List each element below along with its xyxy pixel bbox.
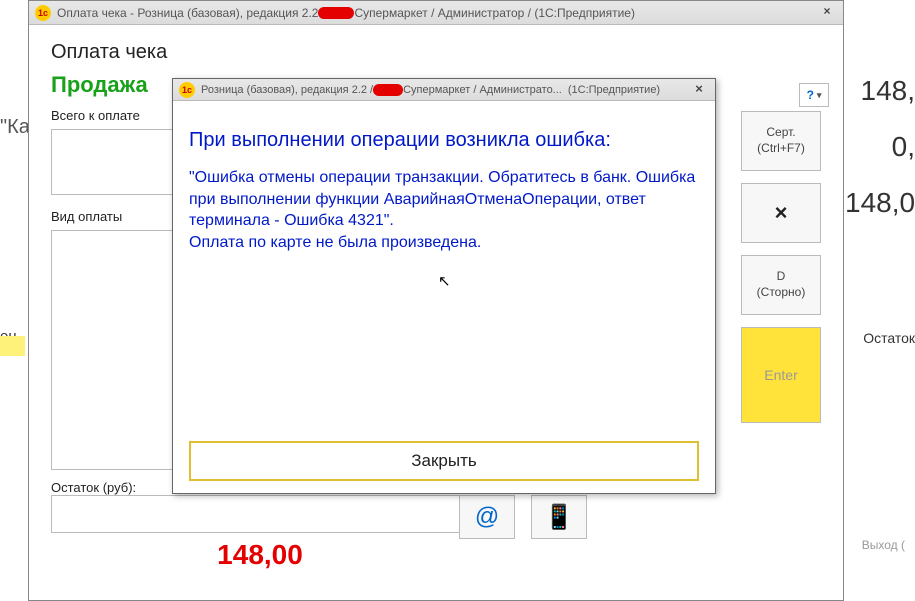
amount-display: 148,00 xyxy=(51,539,469,571)
x-icon: × xyxy=(775,199,788,228)
certificate-button[interactable]: Серт. (Ctrl+F7) xyxy=(741,111,821,171)
payment-window-titlebar: 1c Оплата чека - Розница (базовая), реда… xyxy=(29,1,843,25)
phone-button[interactable]: 📱 xyxy=(531,495,587,539)
close-error-button[interactable]: Закрыть xyxy=(189,441,699,481)
phone-icon: 📱 xyxy=(544,503,574,532)
cert-label-line2: (Ctrl+F7) xyxy=(757,141,805,157)
bg-highlight-strip xyxy=(0,336,25,356)
help-button[interactable]: ? xyxy=(799,83,829,107)
error-dialog: 1c Розница (базовая), редакция 2.2 / Суп… xyxy=(172,78,716,494)
remainder-input[interactable] xyxy=(51,495,469,533)
enter-label: Enter xyxy=(764,366,797,384)
side-buttons-column: Серт. (Ctrl+F7) × D (Сторно) Enter xyxy=(741,111,829,423)
bg-remainder-label: Остаток xyxy=(863,330,915,346)
window-close-button[interactable]: × xyxy=(817,4,837,22)
storno-label-line1: D xyxy=(777,269,786,285)
app-icon: 1c xyxy=(179,82,195,98)
help-icon: ? xyxy=(807,88,814,102)
error-title-mid: Супермаркет / Администрато... xyxy=(403,84,562,96)
bg-number: 0, xyxy=(845,131,915,163)
total-label: Всего к оплате xyxy=(51,108,166,123)
titlebar-text-prefix: Оплата чека - Розница (базовая), редакци… xyxy=(57,6,318,20)
error-title-suffix: (1С:Предприятие) xyxy=(568,84,660,96)
error-text-line1: "Ошибка отмены операции транзакции. Обра… xyxy=(189,167,699,232)
email-button[interactable]: @ xyxy=(459,495,515,539)
storno-button[interactable]: D (Сторно) xyxy=(741,255,821,315)
error-close-button[interactable]: × xyxy=(689,81,709,99)
bg-text-fragment: "Ка xyxy=(0,116,30,139)
close-button-wrap: Закрыть xyxy=(189,441,699,481)
storno-label-line2: (Сторно) xyxy=(757,285,806,301)
error-dialog-titlebar: 1c Розница (базовая), редакция 2.2 / Суп… xyxy=(173,79,715,101)
at-icon: @ xyxy=(475,503,499,531)
enter-button[interactable]: Enter xyxy=(741,327,821,423)
titlebar-text-suffix: Супермаркет / Администратор / (1С:Предпр… xyxy=(354,6,634,20)
error-dialog-body: При выполнении операции возникла ошибка:… xyxy=(173,101,715,493)
error-heading: При выполнении операции возникла ошибка: xyxy=(189,127,699,153)
bg-number: 148, xyxy=(845,75,915,107)
error-title-prefix: Розница (базовая), редакция 2.2 / xyxy=(201,84,373,96)
contact-buttons-row: @ 📱 xyxy=(459,495,587,539)
bg-numbers-column: 148, 0, 148,0 xyxy=(845,75,915,243)
paytype-label: Вид оплаты xyxy=(51,209,166,224)
redacted-segment xyxy=(373,84,403,96)
redacted-segment xyxy=(318,7,354,19)
error-text-line2: Оплата по карте не была произведена. xyxy=(189,232,699,254)
page-title: Оплата чека xyxy=(51,41,821,64)
clear-button[interactable]: × xyxy=(741,183,821,243)
cert-label-line1: Серт. xyxy=(766,125,795,141)
remainder-label: Остаток (руб): xyxy=(51,480,166,495)
bg-exit-label: Выход ( xyxy=(862,538,905,552)
app-icon: 1c xyxy=(35,5,51,21)
bg-number: 148,0 xyxy=(845,187,915,219)
